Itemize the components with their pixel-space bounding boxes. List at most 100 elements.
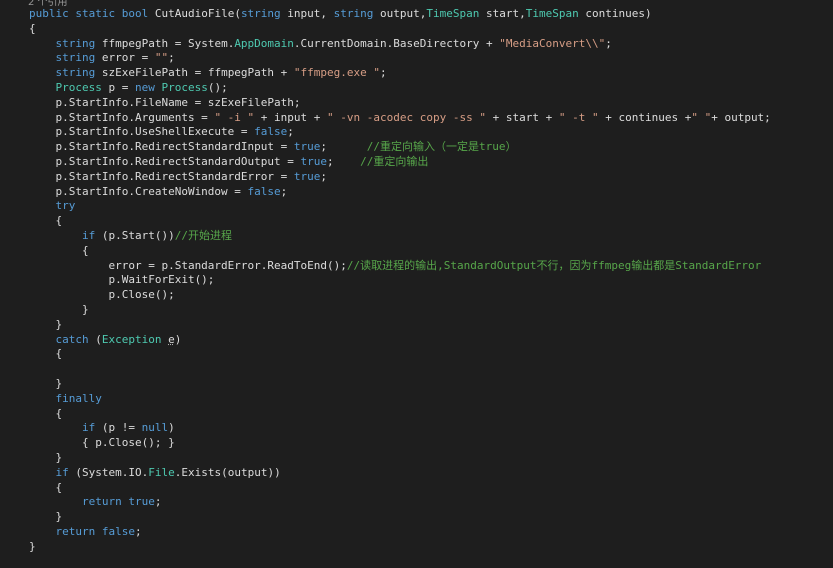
- code-token: ffmpegPath = System.: [101, 36, 235, 50]
- code-token: null: [141, 421, 169, 435]
- code-token: (p.Start()): [101, 228, 175, 242]
- code-line[interactable]: }: [29, 451, 771, 466]
- code-line[interactable]: p.WaitForExit();: [29, 273, 771, 288]
- code-line[interactable]: catch (Exception e): [29, 333, 771, 348]
- code-token: try: [55, 199, 76, 213]
- code-token: Process: [161, 80, 208, 94]
- code-line[interactable]: finally: [29, 392, 771, 407]
- code-line[interactable]: {: [29, 22, 771, 37]
- code-line[interactable]: p.StartInfo.FileName = szExeFilePath;: [29, 96, 771, 111]
- code-line[interactable]: }: [29, 318, 771, 333]
- code-token: (System.IO.: [75, 465, 149, 479]
- code-line[interactable]: if (System.IO.File.Exists(output)): [29, 466, 771, 481]
- code-line[interactable]: p.StartInfo.CreateNoWindow = false;: [29, 185, 771, 200]
- code-token: p.StartInfo.CreateNoWindow =: [29, 184, 248, 198]
- code-token: " -t ": [558, 110, 599, 124]
- code-token: //读取进程的输出,StandardOutput不行，因为ffmpeg输出都是S…: [346, 258, 762, 272]
- code-token: p.WaitForExit();: [29, 273, 215, 287]
- code-token: .Exists(output)): [174, 465, 281, 479]
- code-line[interactable]: string szExeFilePath = ffmpegPath + "ffm…: [29, 66, 771, 81]
- code-line[interactable]: p.StartInfo.RedirectStandardError = true…: [29, 170, 771, 185]
- code-token: string: [55, 51, 102, 65]
- code-block[interactable]: public static bool CutAudioFile(string i…: [29, 7, 771, 554]
- code-line[interactable]: {: [29, 347, 771, 362]
- code-token: }: [29, 539, 36, 553]
- code-token: ): [174, 332, 182, 346]
- code-token: " -vn -acodec copy -ss ": [327, 110, 486, 124]
- code-token: new: [134, 80, 162, 94]
- code-token: + output;: [711, 110, 771, 124]
- code-token: ;: [134, 524, 142, 538]
- code-token: Process: [55, 80, 109, 94]
- code-token: p.StartInfo.FileName = szExeFilePath;: [29, 95, 301, 109]
- code-line[interactable]: public static bool CutAudioFile(string i…: [29, 7, 771, 22]
- code-token: Exception: [101, 332, 169, 346]
- code-token: "MediaConvert\\": [499, 36, 606, 50]
- code-token: //重定向输入（一定是true）: [366, 140, 517, 154]
- code-line[interactable]: p.StartInfo.UseShellExecute = false;: [29, 125, 771, 140]
- code-token: TimeSpan: [426, 7, 486, 20]
- code-token: {: [29, 406, 63, 420]
- code-token: if: [81, 228, 102, 242]
- code-token: input,: [287, 7, 334, 20]
- code-token: " ": [691, 110, 712, 124]
- code-line[interactable]: try: [29, 199, 771, 214]
- code-token: return false: [55, 524, 135, 538]
- code-token: p =: [108, 80, 135, 94]
- code-line[interactable]: Process p = new Process();: [29, 81, 771, 96]
- code-token: File: [148, 465, 175, 479]
- code-line[interactable]: }: [29, 510, 771, 525]
- code-token: ): [168, 421, 175, 435]
- code-line[interactable]: if (p.Start())//开始进程: [29, 229, 771, 244]
- code-line[interactable]: p.StartInfo.Arguments = " -i " + input +…: [29, 110, 771, 126]
- code-line[interactable]: { p.Close(); }: [29, 436, 771, 451]
- code-token: false: [254, 125, 288, 139]
- code-token: { p.Close(); }: [29, 436, 175, 450]
- code-line[interactable]: }: [29, 303, 771, 318]
- code-token: start,: [485, 7, 526, 20]
- code-token: p.StartInfo.Arguments =: [29, 110, 215, 124]
- code-line[interactable]: {: [29, 407, 771, 422]
- code-line[interactable]: {: [29, 214, 771, 229]
- code-token: }: [29, 317, 63, 331]
- code-line[interactable]: p.Close();: [29, 288, 771, 303]
- code-token: true: [300, 154, 328, 168]
- code-token: AppDomain: [234, 36, 294, 50]
- code-token: szExeFilePath = ffmpegPath +: [101, 66, 294, 80]
- code-token: {: [29, 243, 89, 257]
- code-token: CutAudioFile(: [154, 7, 241, 20]
- code-token: ;: [327, 154, 361, 168]
- code-line[interactable]: }: [29, 377, 771, 392]
- code-token: catch: [55, 332, 96, 346]
- code-line[interactable]: p.StartInfo.RedirectStandardInput = true…: [29, 140, 771, 155]
- code-line[interactable]: return false;: [29, 525, 771, 540]
- code-token: output,: [380, 7, 427, 20]
- code-token: }: [29, 302, 89, 316]
- code-token: //开始进程: [174, 228, 232, 242]
- code-line[interactable]: return true;: [29, 495, 771, 510]
- code-line[interactable]: if (p != null): [29, 421, 771, 436]
- code-line[interactable]: }: [29, 540, 771, 555]
- code-token: + continues +: [598, 110, 692, 124]
- code-line[interactable]: p.StartInfo.RedirectStandardOutput = tru…: [29, 155, 771, 170]
- code-token: error =: [101, 51, 155, 65]
- code-token: ;: [320, 169, 328, 183]
- code-token: ;: [168, 51, 175, 65]
- code-token: p.StartInfo.RedirectStandardError =: [29, 169, 294, 183]
- code-token: (: [95, 332, 102, 346]
- code-token: }: [29, 376, 63, 390]
- code-line[interactable]: [29, 362, 771, 377]
- code-token: if: [81, 421, 102, 435]
- code-token: }: [29, 510, 63, 524]
- code-line[interactable]: string error = "";: [29, 51, 771, 66]
- code-token: continues): [585, 7, 652, 20]
- code-line[interactable]: {: [29, 244, 771, 259]
- code-line[interactable]: error = p.StandardError.ReadToEnd();//读取…: [29, 259, 771, 274]
- code-editor[interactable]: 2 个引用 public static bool CutAudioFile(st…: [0, 0, 833, 568]
- code-line[interactable]: {: [29, 481, 771, 496]
- code-line[interactable]: string ffmpegPath = System.AppDomain.Cur…: [29, 37, 771, 52]
